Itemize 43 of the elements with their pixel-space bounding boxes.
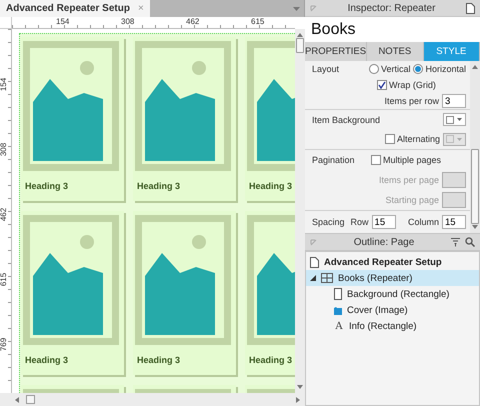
- document-tab[interactable]: Advanced Repeater Setup ×: [0, 0, 150, 17]
- card-heading: Heading 3: [25, 355, 68, 365]
- field-label: Column: [408, 217, 439, 227]
- radio-option[interactable]: Horizontal: [413, 64, 466, 74]
- widget-name: Books: [305, 17, 480, 42]
- checkbox-option[interactable]: Alternating: [384, 134, 440, 144]
- ruler-number: 462: [0, 208, 8, 222]
- ruler-number: 615: [251, 17, 264, 26]
- panel-title: Inspector: Repeater: [346, 2, 436, 14]
- field-label: Layout: [312, 64, 340, 74]
- ruler-number: 769: [0, 338, 8, 352]
- checkbox-option[interactable]: Wrap (Grid): [377, 80, 436, 90]
- ruler-number: 308: [0, 142, 8, 156]
- ruler-number: 615: [0, 272, 8, 286]
- card-heading: Heading 3: [137, 355, 180, 365]
- field-label: Pagination: [312, 155, 355, 165]
- outline-item[interactable]: Books (Repeater): [306, 270, 479, 286]
- field-label: Spacing: [312, 217, 345, 227]
- outline-item[interactable]: Background (Rectangle): [306, 286, 479, 302]
- outline-item[interactable]: Cover (Image): [306, 302, 479, 318]
- panel-title: Outline: Page: [352, 236, 416, 248]
- checkbox-option[interactable]: Multiple pages: [370, 155, 441, 165]
- row-spacing-field[interactable]: 15: [372, 215, 396, 229]
- items-per-row-field[interactable]: 3: [442, 94, 466, 108]
- ruler-number: 154: [0, 78, 8, 92]
- card-heading: Heading 3: [137, 181, 180, 191]
- field-label: Row: [350, 217, 369, 227]
- field-label: Items per page: [378, 175, 439, 185]
- text-icon: A: [334, 320, 344, 332]
- ruler-number: 308: [121, 17, 134, 26]
- outline-item[interactable]: Advanced Repeater Setup: [306, 254, 479, 270]
- field-label: Item Background: [312, 114, 380, 125]
- ruler-number: 462: [186, 17, 200, 26]
- radio-option[interactable]: Vertical: [368, 64, 410, 74]
- card-heading: Heading 3: [249, 355, 292, 365]
- field-label: Items per row: [384, 96, 439, 106]
- card-heading: Heading 3: [25, 181, 68, 191]
- ruler-number: 154: [56, 17, 70, 26]
- inspector-tab[interactable]: PROPERTIES: [305, 42, 368, 61]
- card-heading: Heading 3: [249, 181, 292, 191]
- column-spacing-field[interactable]: 15: [442, 215, 466, 229]
- field-label: Starting page: [385, 195, 439, 205]
- outline-item[interactable]: A Info (Rectangle): [306, 318, 479, 334]
